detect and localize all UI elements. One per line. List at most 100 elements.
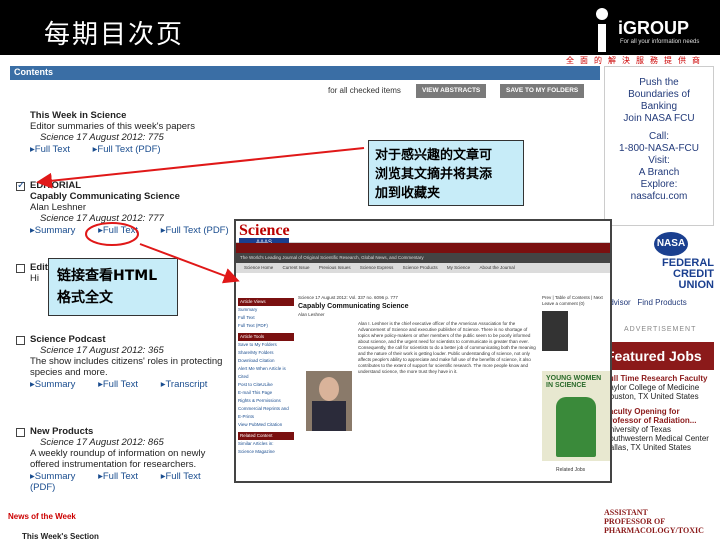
toc-entry-this-week: This Week in Science Editor summaries of… <box>16 110 195 155</box>
entry-source: Science 17 August 2012: 775 <box>40 132 164 143</box>
job-title[interactable]: Full Time Research Faculty <box>604 374 714 383</box>
entry-title[interactable]: This Week in Science <box>30 110 195 121</box>
summary-link[interactable]: ▸Summary <box>30 379 85 390</box>
article-author: Alan Leshner <box>298 312 325 317</box>
contents-header: Contents <box>10 66 600 80</box>
sidebar-link[interactable]: Alert Me When Article is Cited <box>238 365 294 381</box>
slide-title: 每期目次页 <box>44 20 185 50</box>
sidebar-link[interactable]: Rights & Permissions <box>238 397 294 405</box>
ad-figure-image <box>556 397 596 457</box>
author-photo <box>306 371 352 431</box>
sidebar-link[interactable]: Save to My Folders <box>238 341 294 349</box>
tab[interactable]: Science Express <box>360 265 394 270</box>
article-title: Capably Communicating Science <box>298 303 409 310</box>
science-tagline: The World's Leading Journal of Original … <box>236 253 610 263</box>
featured-jobs-list: Full Time Research Faculty Baylor Colleg… <box>604 374 714 452</box>
job-org: Baylor College of Medicine <box>604 383 700 392</box>
save-to-folders-button[interactable]: SAVE TO MY FOLDERS <box>500 84 585 98</box>
toc-entry-editorial: EDITORIAL Capably Communicating Science … <box>16 180 249 236</box>
entry-desc: The show includes citizens' roles in pro… <box>30 356 223 378</box>
contents-title: Contents <box>14 67 53 77</box>
tab[interactable]: About the Journal <box>479 265 514 270</box>
for-all-checked-label: for all checked items <box>328 86 401 95</box>
article-main: Science 17 August 2012: Vol. 337 no. 609… <box>298 295 538 375</box>
entry-title[interactable]: New Products <box>30 426 236 437</box>
full-text-pdf-link[interactable]: ▸Full Text (PDF) <box>93 144 171 155</box>
related-jobs-label: Related Jobs <box>556 467 586 473</box>
slogan-text: 全面的解決服務提供商 <box>566 56 706 65</box>
finance-links: Advisor Find Products <box>604 298 714 307</box>
sidebar-link[interactable]: Commercial Reprints and E-Prints <box>238 405 294 421</box>
news-of-the-week-heading[interactable]: News of the Week <box>8 512 76 521</box>
job-org: University of Texas Southwestern Medical… <box>604 425 709 443</box>
tab[interactable]: Current Issue <box>283 265 310 270</box>
entry-checkbox[interactable] <box>16 180 25 191</box>
full-text-link[interactable]: ▸Full Text <box>98 225 148 236</box>
job-title[interactable]: Faculty Opening for Professor of Radiati… <box>604 407 714 425</box>
entry-source: Science 17 August 2012: 777 <box>40 213 164 224</box>
entry-desc[interactable]: Capably Communicating Science <box>30 191 249 202</box>
young-women-in-science-ad[interactable]: YOUNG WOMEN IN SCIENCE <box>542 371 610 461</box>
this-weeks-section-heading[interactable]: This Week's Section <box>22 532 99 540</box>
contents-actions: for all checked items VIEW ABSTRACTS SAV… <box>10 82 600 100</box>
full-text-link[interactable]: ▸Full Text <box>98 471 148 482</box>
toc-entry-new-products: New Products Science 17 August 2012: 865… <box>16 426 236 493</box>
entry-checkbox[interactable] <box>16 336 25 345</box>
summary-link[interactable]: ▸Summary <box>30 225 85 236</box>
sidebar-link[interactable]: Post to CiteULike <box>238 381 294 389</box>
job-listing-assistant-professor[interactable]: ASSISTANT PROFESSOR OF PHARMACOLOGY/TOXI… <box>604 508 720 535</box>
transcript-link[interactable]: ▸Transcript <box>161 379 218 390</box>
entry-title[interactable]: Science Podcast <box>30 334 236 345</box>
sidebar-link[interactable]: Science Magazine <box>238 448 294 456</box>
summary-link[interactable]: ▸Summary <box>30 471 85 482</box>
nasa-badge-icon: NASA <box>654 232 688 256</box>
comment-link[interactable]: Leave a comment (0) <box>542 301 610 307</box>
full-text-pdf-link[interactable]: ▸Full Text (PDF) <box>161 225 239 236</box>
sidebar-link[interactable]: Full Text <box>238 314 294 322</box>
issue-cover-image[interactable] <box>542 311 568 351</box>
article-sidebar: Article Views Summary Full Text Full Tex… <box>238 295 294 481</box>
sidebar-link[interactable]: Full Text (PDF) <box>238 322 294 330</box>
find-products-link[interactable]: Find Products <box>637 298 686 307</box>
tab[interactable]: Science Products <box>403 265 438 270</box>
igroup-logo-icon <box>592 8 614 52</box>
science-tabs: Science Home Current Issue Previous Issu… <box>236 263 610 273</box>
entry-source: Science 17 August 2012: 365 <box>40 345 164 356</box>
nasa-logo: NASA FEDERAL CREDIT UNION <box>604 232 714 292</box>
article-text: Alan I. Leshner is the chief executive o… <box>358 321 536 374</box>
full-text-link[interactable]: ▸Full Text <box>98 379 148 390</box>
tab[interactable]: Science Home <box>244 265 273 270</box>
entry-checkbox[interactable] <box>16 264 25 273</box>
entry-title[interactable]: EDITORIAL <box>30 180 249 191</box>
tab[interactable]: My Science <box>447 265 470 270</box>
toc-entry-podcast: Science Podcast Science 17 August 2012: … <box>16 334 236 390</box>
sidebar-link[interactable]: Download Citation <box>238 357 294 365</box>
entry-source: Science 17 August 2012: 865 <box>40 437 164 448</box>
sidebar-link[interactable]: View PubMed Citation <box>238 421 294 429</box>
featured-jobs-heading: Featured Jobs <box>604 342 714 370</box>
nasa-fcu-ad[interactable]: Push the Boundaries of Banking Join NASA… <box>604 66 714 226</box>
entry-author: Alan Leshner <box>30 202 86 213</box>
science-main-nav: NEWS SCIENCE JOURNALS CAREERS BLOGS & CO… <box>236 243 610 257</box>
full-text-link[interactable]: ▸Full Text <box>30 144 80 155</box>
sidebar-link[interactable]: E-mail This Page <box>238 389 294 397</box>
entry-desc: Editor summaries of this week's papers <box>30 121 195 132</box>
save-callout: 对于感兴趣的文章可 浏览其文摘并将其添 加到收藏夹 <box>368 140 524 206</box>
entry-checkbox[interactable] <box>16 428 25 437</box>
view-abstracts-button[interactable]: VIEW ABSTRACTS <box>416 84 487 98</box>
igroup-logo: iGROUP For all your information needs <box>592 6 712 54</box>
html-fulltext-callout: 链接查看HTML 格式全文 <box>48 258 178 316</box>
sidebar-link[interactable]: Similar Articles in: <box>238 440 294 448</box>
sidebar-link[interactable]: Summary <box>238 306 294 314</box>
slide-header-banner: 每期目次页 iGROUP For all your information ne… <box>0 0 720 62</box>
science-article-screenshot: Science AAAS NEWS SCIENCE JOURNALS CAREE… <box>234 219 612 483</box>
sidebar-link[interactable]: Share/My Folders <box>238 349 294 357</box>
tab[interactable]: Previous Issues <box>319 265 351 270</box>
article-meta: Science 17 August 2012: Vol. 337 no. 609… <box>298 295 398 300</box>
logo-tagline: For all your information needs <box>620 39 700 45</box>
article-right-column: Prev | Table of Contents | Next Leave a … <box>542 295 610 353</box>
job-location: Houston, TX United States <box>604 392 699 401</box>
entry-desc: A weekly roundup of information on newly… <box>30 448 206 470</box>
job-location: Dallas, TX United States <box>604 443 692 452</box>
logo-name: iGROUP <box>618 18 690 38</box>
